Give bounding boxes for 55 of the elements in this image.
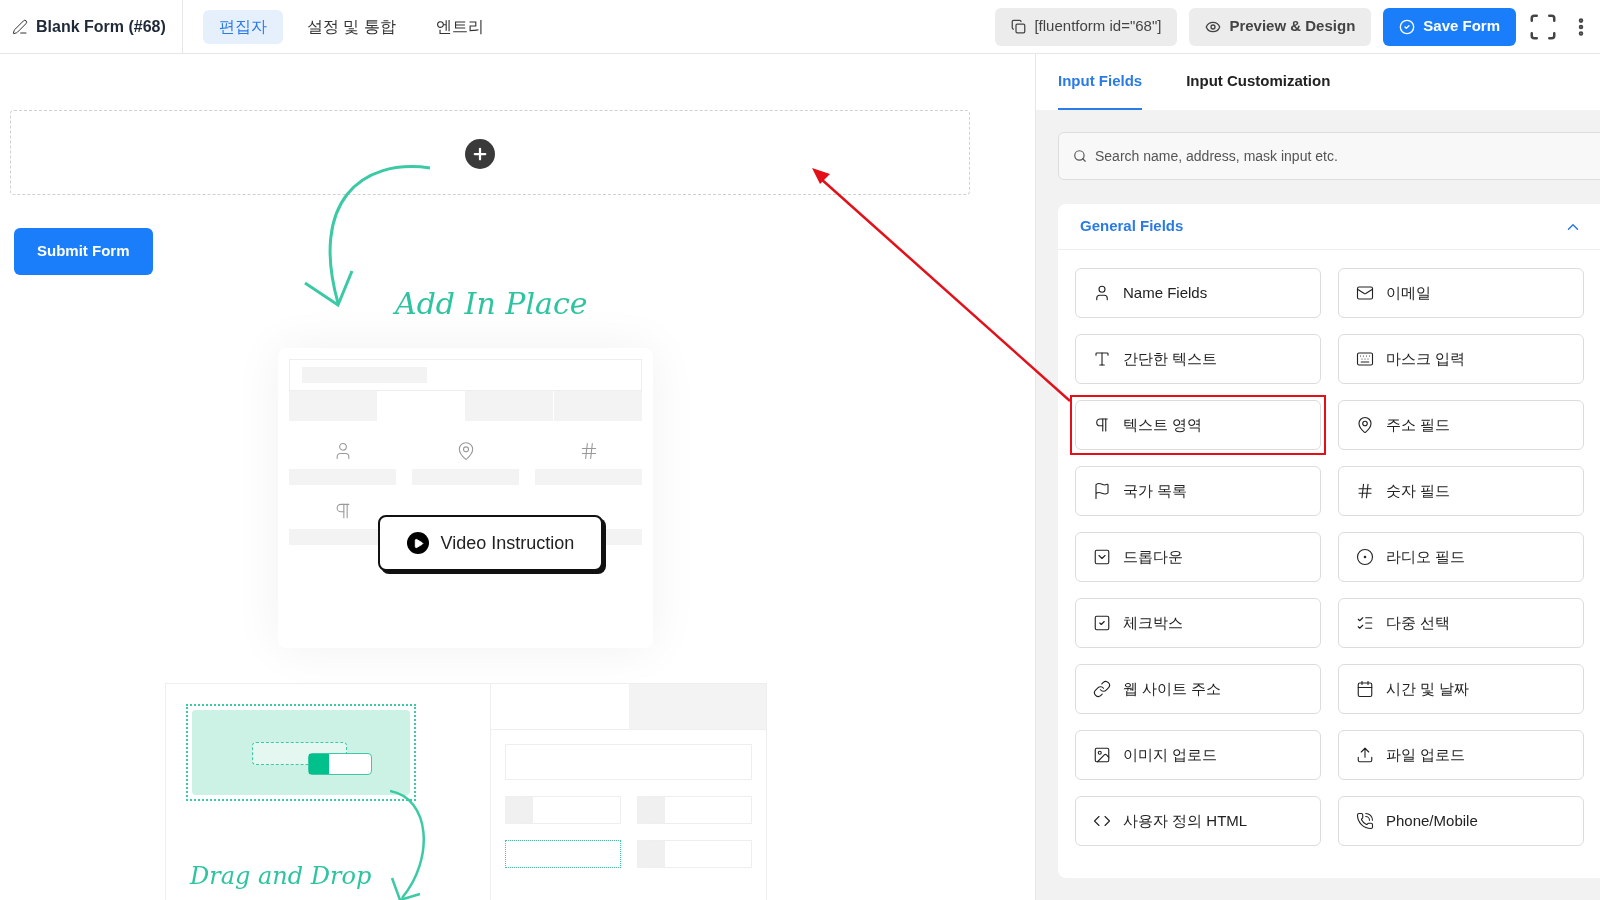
envelope-icon <box>1356 284 1374 302</box>
play-icon <box>406 532 429 554</box>
field-type-button[interactable]: 텍스트 영역 <box>1075 400 1321 450</box>
field-type-button[interactable]: 마스크 입력 <box>1338 334 1584 384</box>
save-button[interactable]: Save Form <box>1383 7 1516 46</box>
illustration-caption: Drag and Drop <box>190 861 372 891</box>
search-icon <box>1073 149 1087 163</box>
nav-tab[interactable]: 설정 및 통합 <box>290 9 412 44</box>
check-icon <box>1399 18 1416 35</box>
field-type-button[interactable]: 사용자 정의 HTML <box>1075 796 1321 846</box>
hash-icon <box>1356 482 1374 500</box>
map-pin-icon <box>1356 416 1374 434</box>
field-type-button[interactable]: 주소 필드 <box>1338 400 1584 450</box>
field-type-button[interactable]: 간단한 텍스트 <box>1075 334 1321 384</box>
shortcode-button[interactable]: [fluentform id="68"] <box>995 7 1178 46</box>
add-icon[interactable] <box>465 139 495 169</box>
form-title: Blank Form (#68) <box>36 16 166 37</box>
panel-tab[interactable]: Input Customization <box>1186 69 1331 110</box>
field-type-button[interactable]: Phone/Mobile <box>1338 796 1584 846</box>
field-type-button[interactable]: 파일 업로드 <box>1338 730 1584 780</box>
link-icon <box>1093 680 1111 698</box>
field-type-button[interactable]: 시간 및 날짜 <box>1338 664 1584 714</box>
field-type-button[interactable]: 웹 사이트 주소 <box>1075 664 1321 714</box>
copy-icon <box>1011 19 1027 34</box>
field-type-button[interactable]: 숫자 필드 <box>1338 466 1584 516</box>
keyboard-icon <box>1356 350 1374 368</box>
field-type-button[interactable]: 라디오 필드 <box>1338 532 1584 582</box>
flag-icon <box>1093 482 1111 500</box>
radio-icon <box>1356 548 1374 566</box>
pilcrow-icon <box>1093 416 1111 434</box>
phone-icon <box>1356 812 1374 830</box>
list-icon <box>1356 614 1374 632</box>
pencil-icon <box>12 18 28 35</box>
dropdown-icon <box>1093 548 1111 566</box>
video-instruction-button[interactable]: Video Instruction <box>378 515 603 571</box>
submit-button[interactable]: Submit Form <box>14 228 153 275</box>
text-icon <box>1093 350 1111 368</box>
nav-tab[interactable]: 엔트리 <box>419 9 500 44</box>
checkbox-icon <box>1093 614 1111 632</box>
upload-icon <box>1356 746 1374 764</box>
image-icon <box>1093 746 1111 764</box>
preview-button[interactable]: Preview & Design <box>1189 7 1372 46</box>
nav-tab[interactable]: 편집자 <box>202 9 283 44</box>
field-type-button[interactable]: 체크박스 <box>1075 598 1321 648</box>
field-type-button[interactable]: 드롭다운 <box>1075 532 1321 582</box>
field-type-button[interactable]: 국가 목록 <box>1075 466 1321 516</box>
search-field[interactable]: Search name, address, mask input etc. <box>1058 132 1600 180</box>
field-type-button[interactable]: 다중 선택 <box>1338 598 1584 648</box>
panel-tab[interactable]: Input Fields <box>1058 69 1143 110</box>
field-type-button[interactable]: 이미지 업로드 <box>1075 730 1321 780</box>
section-title: General Fields <box>1080 216 1184 237</box>
calendar-icon <box>1356 680 1374 698</box>
field-type-button[interactable]: 이메일 <box>1338 268 1584 318</box>
field-type-button[interactable]: Name Fields <box>1075 268 1321 318</box>
user-icon <box>1093 284 1111 302</box>
